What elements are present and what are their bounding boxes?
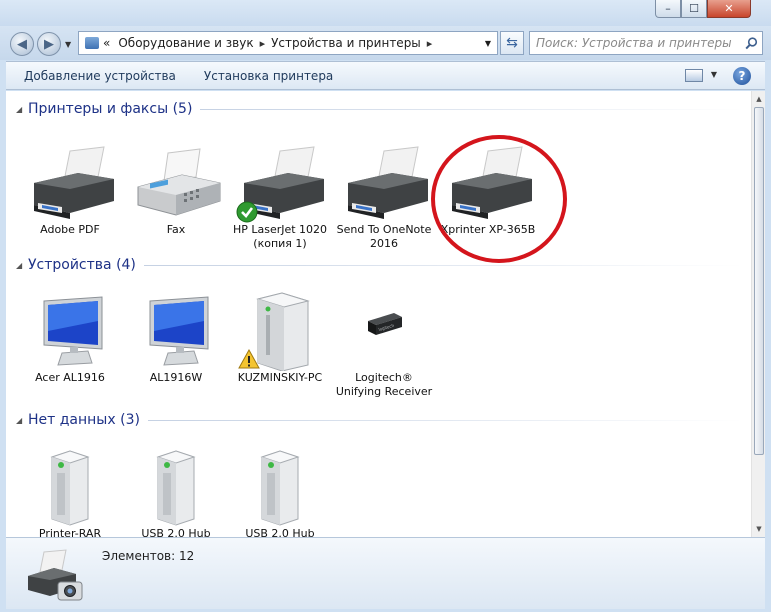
device-item-acer-al1916[interactable]: Acer AL1916 xyxy=(18,291,122,385)
search-box[interactable] xyxy=(529,31,763,55)
group-title: Нет данных (3) xyxy=(28,412,140,428)
server-icon xyxy=(228,447,332,527)
caption-buttons: – ☐ ✕ xyxy=(655,0,751,18)
printer-icon xyxy=(228,143,332,223)
fax-icon xyxy=(124,143,228,223)
group-header-devices[interactable]: ◢ Устройства (4) xyxy=(16,256,744,274)
close-button[interactable]: ✕ xyxy=(707,0,751,18)
device-label: Logitech® Unifying Receiver xyxy=(335,371,433,398)
computer-tower-icon xyxy=(228,291,332,372)
device-item-fax[interactable]: Fax xyxy=(124,143,228,237)
scroll-down-icon[interactable]: ▼ xyxy=(752,522,766,536)
control-panel-icon xyxy=(85,37,99,49)
back-button[interactable]: ◀ xyxy=(10,32,34,56)
breadcrumb-devices-printers[interactable]: Устройства и принтеры xyxy=(271,36,421,50)
address-dropdown-icon[interactable]: ▼ xyxy=(485,39,491,48)
add-device-button[interactable]: Добавление устройства xyxy=(6,69,190,83)
server-icon xyxy=(18,447,122,527)
scroll-thumb[interactable] xyxy=(754,107,764,455)
device-label: Printer-RAR xyxy=(38,527,102,537)
breadcrumb-root[interactable]: « xyxy=(103,36,110,50)
device-item-onenote[interactable]: Send To OneNote 2016 xyxy=(332,143,436,251)
device-item-kuzminskiy-pc[interactable]: KUZMINSKIY-PC xyxy=(228,291,332,385)
breadcrumb-separator-icon[interactable]: ▸ xyxy=(260,37,266,50)
device-label: USB 2.0 Hub xyxy=(141,527,211,537)
monitor-icon xyxy=(124,291,228,371)
device-label: Adobe PDF xyxy=(40,223,100,236)
usb-receiver-icon: logitech xyxy=(332,291,436,371)
group-divider xyxy=(143,264,744,266)
device-item-logitech-receiver[interactable]: logitech Logitech® Unifying Receiver xyxy=(332,291,436,399)
device-label: Fax xyxy=(166,223,186,236)
item-count: Элементов: 12 xyxy=(102,549,195,563)
default-check-icon xyxy=(236,201,258,223)
device-item-al1916w[interactable]: AL1916W xyxy=(124,291,228,385)
collapse-arrow-icon[interactable]: ◢ xyxy=(16,105,28,114)
breadcrumb-hardware-sound[interactable]: Оборудование и звук xyxy=(118,36,253,50)
server-icon xyxy=(124,447,228,527)
view-dropdown-icon[interactable]: ▼ xyxy=(711,70,717,79)
printer-icon xyxy=(18,143,122,223)
collapse-arrow-icon[interactable]: ◢ xyxy=(16,261,28,270)
search-icon[interactable] xyxy=(740,36,762,50)
collapse-arrow-icon[interactable]: ◢ xyxy=(16,416,28,425)
device-item-adobe-pdf[interactable]: Adobe PDF xyxy=(18,143,122,237)
change-view-icon[interactable] xyxy=(685,69,703,82)
scroll-up-icon[interactable]: ▲ xyxy=(752,92,766,106)
add-printer-button[interactable]: Установка принтера xyxy=(190,69,347,83)
printer-icon xyxy=(332,143,436,223)
device-label: AL1916W xyxy=(149,371,203,384)
group-title: Принтеры и факсы (5) xyxy=(28,101,193,117)
command-bar: Добавление устройства Установка принтера… xyxy=(6,61,765,90)
device-item-printer-rar[interactable]: Printer-RAR xyxy=(18,447,122,537)
vertical-scrollbar[interactable]: ▲ ▼ xyxy=(751,91,765,537)
device-item-usb-hub-1[interactable]: USB 2.0 Hub xyxy=(124,447,228,537)
device-label: KUZMINSKIY-PC xyxy=(237,371,323,384)
highlight-circle-annotation xyxy=(431,135,567,263)
help-button[interactable]: ? xyxy=(733,67,751,85)
refresh-button[interactable]: ⇆ xyxy=(500,31,524,55)
device-label: Acer AL1916 xyxy=(35,371,105,384)
details-pane: Элементов: 12 xyxy=(6,537,765,609)
address-bar[interactable]: « Оборудование и звук ▸ Устройства и при… xyxy=(78,31,498,55)
group-header-printers[interactable]: ◢ Принтеры и факсы (5) xyxy=(16,100,744,118)
breadcrumb-separator-icon[interactable]: ▸ xyxy=(427,37,433,50)
device-item-usb-hub-2[interactable]: USB 2.0 Hub xyxy=(228,447,332,537)
minimize-button[interactable]: – xyxy=(655,0,681,18)
group-divider xyxy=(147,419,744,421)
devices-printers-icon xyxy=(28,549,83,601)
device-label: USB 2.0 Hub xyxy=(245,527,315,537)
search-input[interactable] xyxy=(530,33,740,53)
navigation-bar: ◀ ▶ ▼ « Оборудование и звук ▸ Устройства… xyxy=(0,26,771,60)
device-list[interactable]: ◢ Принтеры и факсы (5) Adobe PDF Fax HP … xyxy=(6,91,751,537)
forward-button[interactable]: ▶ xyxy=(37,32,61,56)
device-label: Send To OneNote 2016 xyxy=(336,223,432,250)
device-item-hp-laserjet[interactable]: HP LaserJet 1020 (копия 1) xyxy=(228,143,332,251)
title-bar: – ☐ ✕ xyxy=(0,0,771,26)
monitor-icon xyxy=(18,291,122,371)
warning-icon xyxy=(238,349,260,369)
group-divider xyxy=(200,108,744,110)
group-header-no-data[interactable]: ◢ Нет данных (3) xyxy=(16,411,744,429)
device-label: HP LaserJet 1020 (копия 1) xyxy=(232,223,328,250)
forward-arrow-icon: ▶ xyxy=(44,36,54,52)
recent-pages-dropdown[interactable]: ▼ xyxy=(65,40,71,49)
back-arrow-icon: ◀ xyxy=(17,36,27,52)
maximize-button[interactable]: ☐ xyxy=(681,0,707,18)
group-title: Устройства (4) xyxy=(28,257,136,273)
refresh-icon: ⇆ xyxy=(506,35,518,51)
